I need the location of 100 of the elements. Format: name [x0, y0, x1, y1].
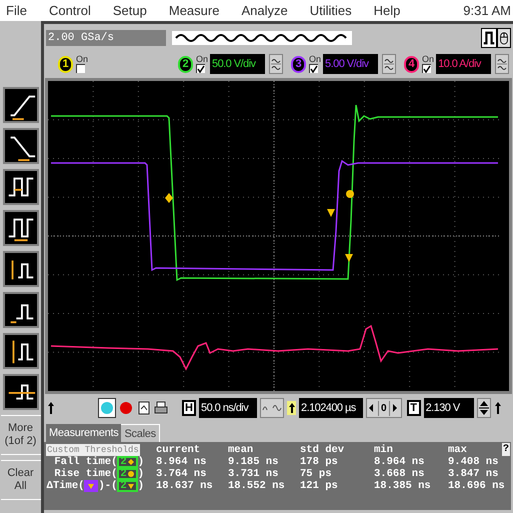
tab[interactable]: Measurements: [46, 424, 122, 442]
circle-icon: [126, 470, 135, 478]
measurement-button[interactable]: [2, 292, 38, 328]
source-bracket: ): [138, 480, 144, 492]
scale-field[interactable]: 50.0 V/div: [210, 54, 266, 74]
menu-item[interactable]: Analyze: [241, 0, 288, 20]
measurement-name: ΔTime(: [46, 480, 84, 492]
measurement-value: 3.668 ns: [374, 468, 426, 480]
channel-number[interactable]: 1: [58, 56, 73, 72]
right-button[interactable]: [392, 403, 400, 413]
on-checkbox[interactable]: [196, 64, 206, 73]
trigger-level-field[interactable]: 2.130 V: [424, 398, 474, 418]
document-icon: [138, 401, 150, 415]
triangle-marker-icon: [327, 209, 335, 217]
triangle-icon: [126, 482, 135, 490]
source-bracket: )-(: [98, 480, 118, 492]
record-icon: [119, 401, 133, 415]
zoom-button[interactable]: [260, 398, 284, 418]
measurement-value: 75 ps: [300, 468, 333, 480]
measurement-value: 9.408 ns: [448, 456, 500, 468]
scale-field[interactable]: 10.0 A/div: [436, 54, 492, 74]
sample-rate: 2.00 GSa/s: [46, 30, 166, 46]
pulse-icon[interactable]: [481, 28, 497, 48]
waveform-overview-icon[interactable]: [172, 31, 352, 45]
menu-item[interactable]: Utilities: [310, 0, 352, 20]
mouse-icon[interactable]: [497, 28, 511, 48]
measurement-value: 18.696 ns: [448, 480, 504, 492]
measurement-value: 8.964 ns: [374, 456, 426, 468]
circle-icon: [100, 401, 114, 415]
sine-icon: [261, 402, 283, 414]
column-header: min: [374, 444, 394, 456]
measurement-value: 3.764 ns: [156, 468, 208, 480]
channel-number[interactable]: 4: [404, 56, 420, 72]
more-button[interactable]: More (1of 2): [0, 415, 40, 455]
menu-item[interactable]: File: [6, 0, 27, 20]
on-label: On: [309, 55, 322, 64]
measurement-value: 18.552 ns: [228, 480, 286, 492]
measurement-button[interactable]: [2, 169, 38, 205]
measurement-value: 3.731 ns: [228, 468, 280, 480]
measurement-value: 3.847 ns: [448, 468, 500, 480]
on-label: On: [76, 55, 88, 64]
diamond-marker-icon: [165, 193, 173, 203]
up-down-icon: [478, 400, 489, 416]
clear-all-button[interactable]: Clear All: [0, 460, 40, 500]
source-bracket: ): [138, 468, 144, 480]
diamond-icon: [126, 458, 135, 466]
coupling-button[interactable]: [495, 54, 510, 74]
on-checkbox[interactable]: [422, 64, 432, 73]
trigger-spinner[interactable]: [476, 398, 491, 418]
tab[interactable]: Scales: [121, 424, 160, 442]
sine-icon: [496, 56, 508, 72]
menu-item[interactable]: Control: [48, 0, 91, 20]
check-icon: [423, 65, 432, 73]
reference-value: 0: [378, 400, 390, 416]
check-icon: [197, 65, 206, 73]
timebase-field[interactable]: 50.0 ns/div: [199, 398, 257, 418]
measurement-value: 18.637 ns: [156, 480, 214, 492]
on-label: On: [422, 55, 434, 64]
circle-marker-icon: [346, 190, 354, 198]
trigger-label: T: [406, 400, 421, 416]
triangle-marker-icon: [345, 254, 353, 262]
run-button[interactable]: [98, 398, 116, 418]
channel-number[interactable]: 2: [178, 56, 194, 72]
help-button[interactable]: ?: [502, 443, 510, 456]
coupling-button[interactable]: [269, 54, 284, 74]
horizontal-label: H: [182, 400, 196, 416]
measurement-button[interactable]: [2, 210, 38, 246]
measurement-button[interactable]: [2, 374, 38, 410]
on-checkbox[interactable]: [76, 64, 85, 73]
on-checkbox[interactable]: [309, 64, 318, 73]
measurement-value: 18.385 ns: [374, 480, 432, 492]
menu-item[interactable]: Help: [374, 0, 400, 20]
measurement-button[interactable]: [2, 333, 38, 369]
printer-icon: [154, 401, 168, 415]
measurement-button[interactable]: [2, 128, 38, 164]
left-button[interactable]: [368, 403, 376, 413]
triangle-icon: [87, 482, 96, 490]
coupling-button[interactable]: [382, 54, 396, 74]
measurement-name: Rise time(: [54, 468, 118, 480]
menu-item[interactable]: Measure: [168, 0, 220, 20]
menu-item[interactable]: Setup: [112, 0, 147, 20]
scale-field[interactable]: 5.00 V/div: [323, 54, 378, 74]
marker-icon: [287, 401, 296, 415]
measurement-value: 8.964 ns: [156, 456, 208, 468]
column-header: std dev: [300, 444, 346, 456]
column-header: mean: [228, 444, 254, 456]
measurement-button[interactable]: [2, 87, 38, 123]
sine-icon: [270, 56, 282, 72]
measurement-value: 178 ps: [300, 456, 339, 468]
column-header: current: [156, 444, 202, 456]
column-header: max: [448, 444, 468, 456]
check-icon: [310, 65, 318, 73]
position-field[interactable]: 2.102400 µs: [299, 398, 363, 418]
on-label: On: [196, 55, 208, 64]
channel-number[interactable]: 3: [291, 56, 306, 72]
measurement-button[interactable]: [2, 251, 38, 287]
up-arrow-icon: [47, 401, 55, 415]
measurement-value: 121 ps: [300, 480, 339, 492]
measurement-value: 9.185 ns: [228, 456, 280, 468]
up-arrow-icon: [494, 401, 502, 415]
